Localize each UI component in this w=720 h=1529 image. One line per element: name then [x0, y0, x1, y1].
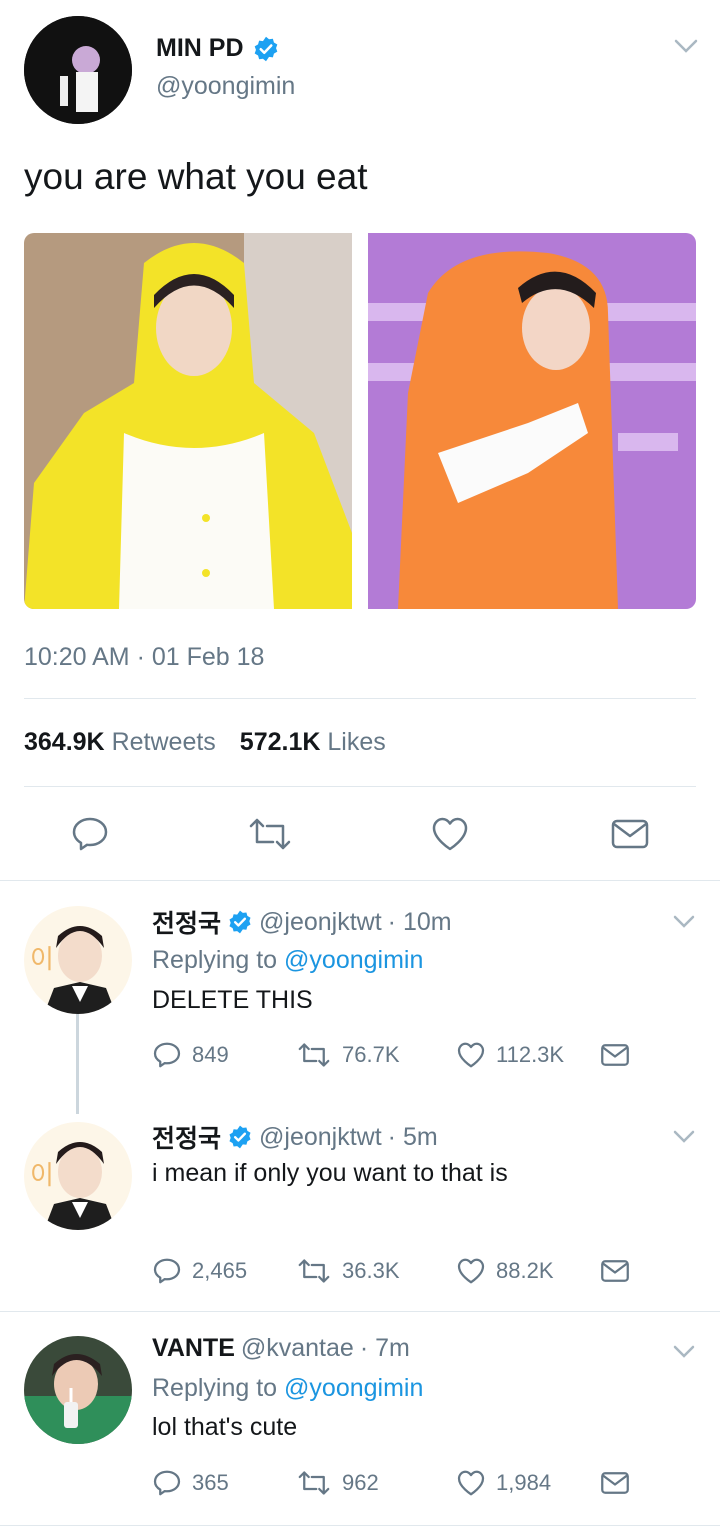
divider: [24, 698, 696, 699]
retweet-icon: [296, 1256, 332, 1286]
reply-header: 전정국 @jeonjktwt · 5m: [152, 1119, 438, 1155]
retweet-icon: [296, 1040, 332, 1070]
like-button[interactable]: 112.3K: [456, 1040, 600, 1070]
retweets-stat[interactable]: 364.9K Retweets: [24, 728, 216, 757]
replying-to-link[interactable]: @yoongimin: [284, 1374, 423, 1402]
tweet-timestamp[interactable]: 10:20 AM · 01 Feb 18: [24, 643, 264, 672]
retweet-count: 76.7K: [342, 1042, 400, 1067]
like-icon: [456, 1040, 486, 1070]
retweet-button[interactable]: 76.7K: [296, 1040, 456, 1070]
reply-author-name[interactable]: 전정국: [152, 904, 221, 940]
verified-badge-icon: [227, 909, 253, 935]
retweet-icon: [296, 1468, 332, 1498]
chevron-down-icon[interactable]: [672, 1342, 696, 1362]
reply-count: 365: [192, 1470, 229, 1495]
direct-message-icon[interactable]: [600, 1040, 630, 1070]
retweet-count: 36.3K: [342, 1258, 400, 1283]
verified-badge-icon: [227, 1124, 253, 1150]
replying-to-link[interactable]: @yoongimin: [284, 946, 423, 974]
reply-icon[interactable]: [70, 814, 110, 854]
like-count: 112.3K: [496, 1042, 565, 1067]
reply-header: 전정국 @jeonjktwt · 10m: [152, 904, 452, 940]
reply-count: 849: [192, 1042, 229, 1067]
engagement-stats: 364.9K Retweets 572.1K Likes: [24, 728, 386, 757]
reply-count: 2,465: [192, 1258, 248, 1283]
reply-icon: [152, 1040, 182, 1070]
reply-text: i mean if only you want to that is: [152, 1159, 508, 1187]
likes-stat[interactable]: 572.1K Likes: [240, 728, 386, 757]
reply-author-handle[interactable]: @kvantae: [241, 1334, 354, 1363]
reply-icon: [152, 1468, 182, 1498]
direct-message-icon[interactable]: [610, 814, 650, 854]
thread-connector: [76, 1014, 79, 1114]
author-handle[interactable]: @yoongimin: [156, 72, 295, 101]
author-name[interactable]: MIN PD: [156, 34, 244, 63]
reply-avatar[interactable]: [24, 1336, 132, 1444]
author-avatar[interactable]: [24, 16, 132, 124]
reply-time[interactable]: · 10m: [388, 908, 452, 937]
svg-text:이: 이: [30, 944, 54, 974]
chevron-down-icon[interactable]: [672, 34, 700, 58]
svg-text:이: 이: [30, 1160, 54, 1190]
retweet-button[interactable]: 36.3K: [296, 1256, 456, 1286]
reply-header: VANTE @kvantae · 7m: [152, 1334, 410, 1363]
reply-author-handle[interactable]: @jeonjktwt: [259, 1123, 382, 1152]
like-icon: [456, 1256, 486, 1286]
chevron-down-icon[interactable]: [672, 1127, 696, 1147]
reply-time[interactable]: · 5m: [388, 1123, 438, 1152]
chevron-down-icon[interactable]: [672, 912, 696, 932]
reply-text: DELETE THIS: [152, 986, 313, 1014]
direct-message-icon[interactable]: [600, 1256, 630, 1286]
tweet-photo-yellow-costume[interactable]: [24, 233, 352, 609]
reply-text: lol that's cute: [152, 1413, 298, 1441]
retweet-button[interactable]: 962: [296, 1468, 456, 1498]
reply-time[interactable]: · 7m: [360, 1334, 410, 1363]
retweet-count: 962: [342, 1470, 379, 1495]
divider: [0, 1525, 720, 1526]
like-button[interactable]: 88.2K: [456, 1256, 600, 1286]
reply-action-bar: 365 962 1,984: [152, 1468, 632, 1498]
like-icon[interactable]: [430, 814, 470, 854]
divider: [0, 880, 720, 881]
replying-to: Replying to @yoongimin: [152, 1374, 424, 1402]
verified-badge-icon: [252, 35, 280, 63]
reply-action-bar: 2,465 36.3K 88.2K: [152, 1256, 632, 1286]
like-button[interactable]: 1,984: [456, 1468, 600, 1498]
tweet-photo-orange-costume[interactable]: [368, 233, 696, 609]
replying-to: Replying to @yoongimin: [152, 946, 424, 974]
divider: [0, 1311, 720, 1312]
author-name-row[interactable]: MIN PD: [156, 34, 280, 63]
reply-author-handle[interactable]: @jeonjktwt: [259, 908, 382, 937]
reply-button[interactable]: 2,465: [152, 1256, 296, 1286]
reply-icon: [152, 1256, 182, 1286]
reply-avatar[interactable]: 이: [24, 906, 132, 1014]
reply-author-name[interactable]: VANTE: [152, 1334, 235, 1363]
like-count: 88.2K: [496, 1258, 554, 1283]
like-count: 1,984: [496, 1470, 552, 1495]
direct-message-icon[interactable]: [600, 1468, 630, 1498]
reply-author-name[interactable]: 전정국: [152, 1119, 221, 1155]
reply-action-bar: 849 76.7K 112.3K: [152, 1040, 632, 1070]
like-icon: [456, 1468, 486, 1498]
retweet-icon[interactable]: [246, 814, 294, 854]
reply-avatar[interactable]: 이: [24, 1122, 132, 1230]
reply-button[interactable]: 849: [152, 1040, 296, 1070]
tweet-text: you are what you eat: [24, 156, 368, 197]
reply-button[interactable]: 365: [152, 1468, 296, 1498]
divider: [24, 786, 696, 787]
